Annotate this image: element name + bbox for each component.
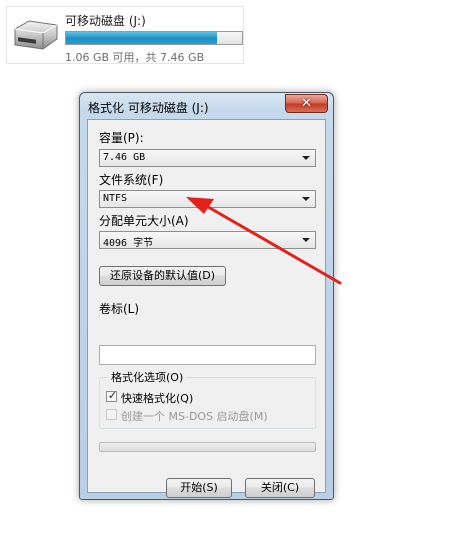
dialog-client-area: 容量(P): 7.46 GB 文件系统(F) NTFS 分配单元大小(A) 40… — [87, 119, 326, 498]
drive-usage-fill — [66, 32, 217, 44]
drive-tile[interactable]: 可移动磁盘 (J:) 1.06 GB 可用，共 7.46 GB — [6, 6, 244, 64]
volume-label-label: 卷标(L) — [99, 302, 140, 316]
checkmark-icon: ✓ — [107, 389, 118, 402]
filesystem-label: 文件系统(F) — [99, 173, 164, 187]
close-icon: ✕ — [301, 96, 312, 111]
msdos-boot-checkbox — [106, 409, 117, 420]
drive-space-text: 1.06 GB 可用，共 7.46 GB — [65, 51, 205, 64]
capacity-value: 7.46 GB — [103, 152, 146, 163]
chevron-down-icon — [302, 156, 310, 160]
title-bar[interactable]: 格式化 可移动磁盘 (J:) ✕ — [80, 93, 333, 119]
format-dialog: 格式化 可移动磁盘 (J:) ✕ 容量(P): 7.46 GB 文件系统(F) … — [79, 92, 334, 500]
drive-name: 可移动磁盘 (J:) — [65, 14, 146, 28]
allocation-unit-select[interactable]: 4096 字节 — [99, 231, 316, 249]
drive-usage-bar — [65, 31, 243, 45]
removable-drive-icon — [9, 15, 61, 57]
filesystem-value: NTFS — [103, 193, 128, 204]
restore-defaults-button[interactable]: 还原设备的默认值(D) — [99, 266, 226, 286]
capacity-label: 容量(P): — [99, 131, 144, 145]
dialog-title: 格式化 可移动磁盘 (J:) — [88, 101, 209, 115]
close-window-button[interactable]: ✕ — [285, 94, 328, 113]
filesystem-select[interactable]: NTFS — [99, 190, 316, 208]
format-progress-bar — [99, 442, 316, 452]
chevron-down-icon — [302, 197, 310, 201]
close-button[interactable]: 关闭(C) — [245, 478, 315, 498]
volume-label-input[interactable] — [99, 345, 316, 365]
quick-format-label: 快速格式化(Q) — [121, 392, 194, 405]
capacity-select[interactable]: 7.46 GB — [99, 149, 316, 167]
msdos-boot-label: 创建一个 MS-DOS 启动盘(M) — [121, 410, 268, 423]
chevron-down-icon — [302, 238, 310, 242]
allocation-value: 4096 字节 — [103, 238, 154, 249]
allocation-label: 分配单元大小(A) — [99, 214, 189, 228]
quick-format-checkbox[interactable]: ✓ — [106, 389, 118, 402]
start-button[interactable]: 开始(S) — [166, 478, 232, 498]
format-options-group: 格式化选项(O) ✓ 快速格式化(Q) 创建一个 MS-DOS 启动盘(M) — [99, 369, 316, 429]
format-options-title: 格式化选项(O) — [108, 369, 187, 385]
